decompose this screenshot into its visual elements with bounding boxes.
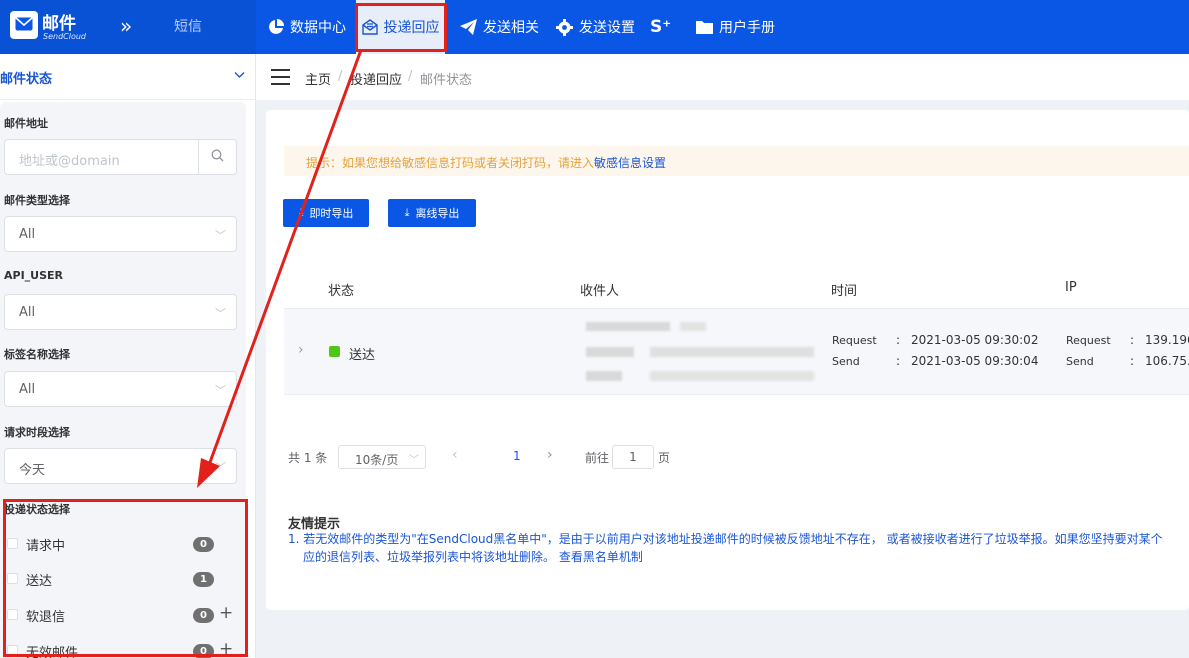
annotation-arrow [197, 49, 363, 488]
